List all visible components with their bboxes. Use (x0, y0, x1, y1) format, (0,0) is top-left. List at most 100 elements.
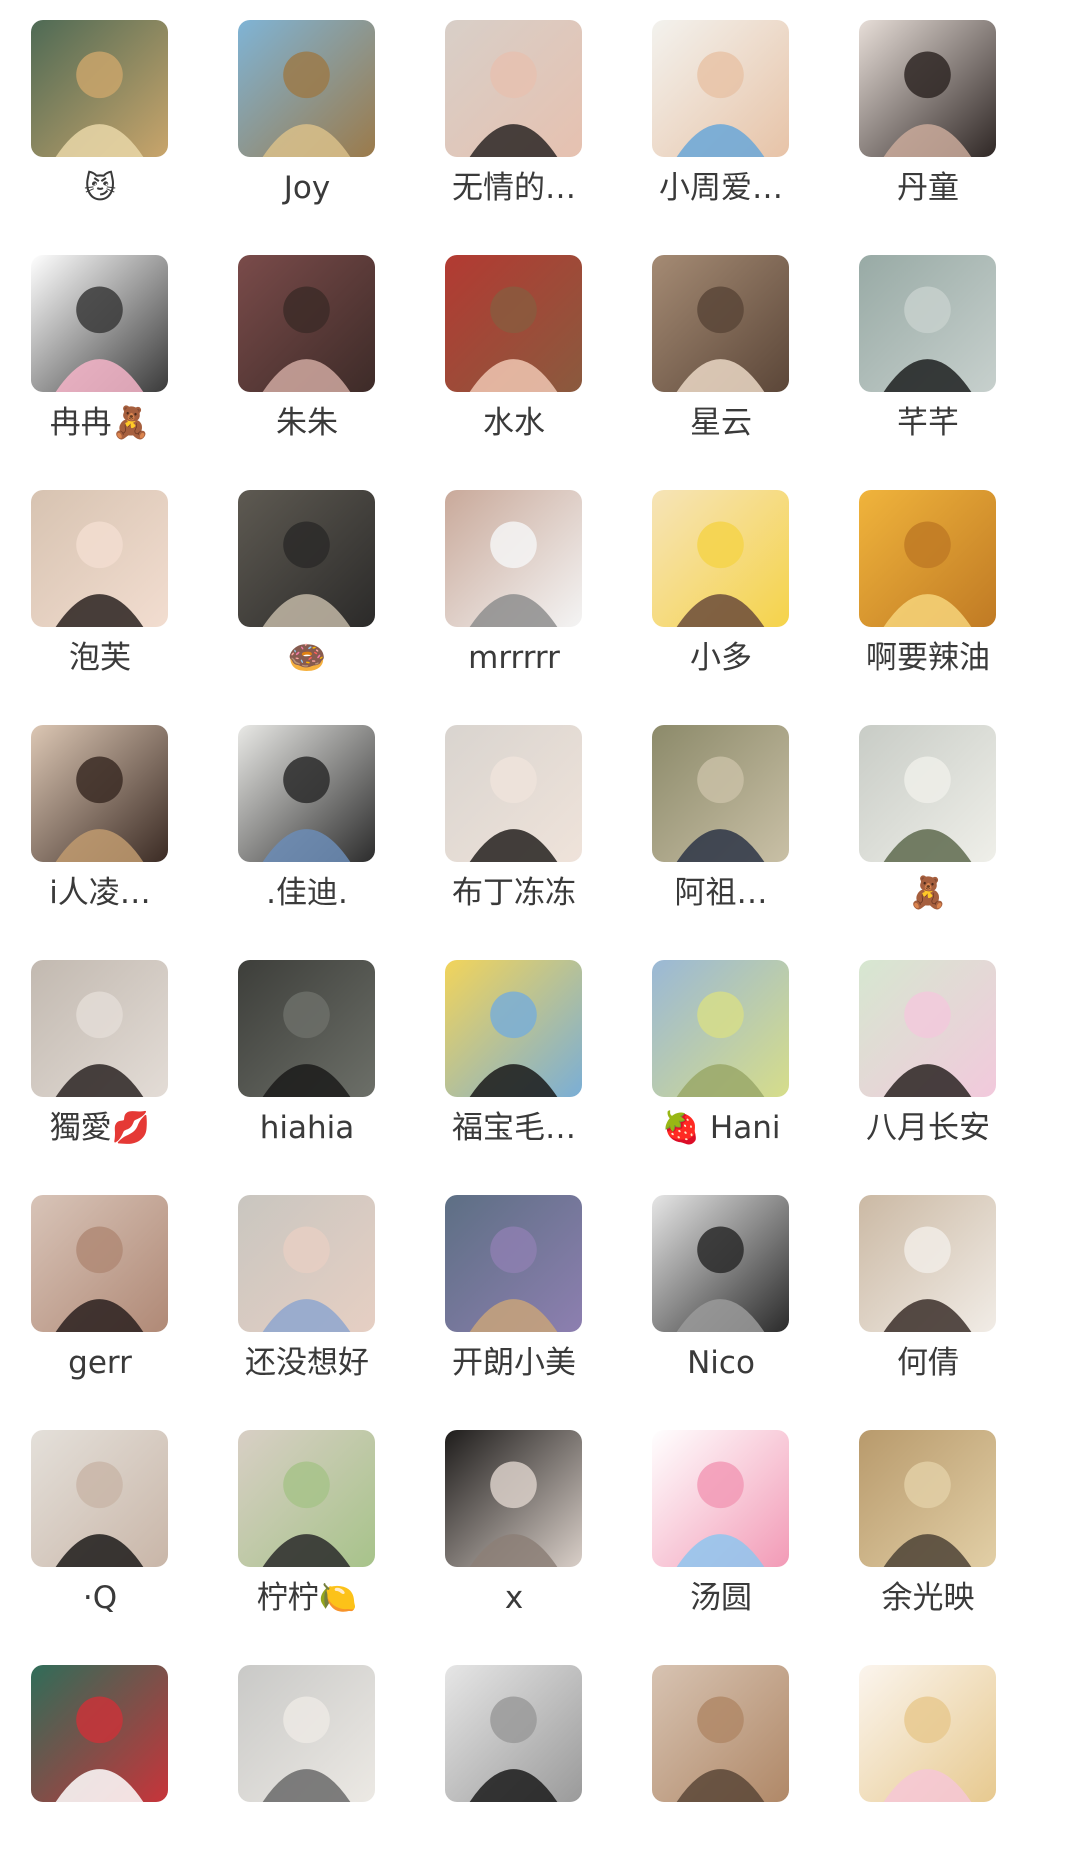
hello-kitty-shower-avatar[interactable] (31, 1665, 168, 1802)
member-item[interactable]: 😼 (20, 0, 180, 220)
girl-in-black-avatar[interactable] (859, 255, 996, 392)
member-item[interactable]: 小多 (641, 470, 801, 690)
cinnamoroll-rainbow-avatar[interactable] (652, 1430, 789, 1567)
member-item[interactable]: 丹童 (848, 0, 1008, 220)
member-item[interactable]: 柠柠🍋 (227, 1410, 387, 1630)
member-item[interactable]: 🧸 (848, 705, 1008, 925)
member-name: 阿祖… (674, 875, 768, 911)
woman-with-flowers-avatar[interactable] (859, 1195, 996, 1332)
beach-shore-avatar[interactable] (238, 20, 375, 157)
member-item[interactable] (434, 1645, 594, 1865)
member-item[interactable]: 开朗小美 (434, 1175, 594, 1395)
member-item[interactable]: 还没想好 (227, 1175, 387, 1395)
member-item[interactable]: 啊要辣油 (848, 470, 1008, 690)
girl-on-beach-night-avatar[interactable] (445, 1195, 582, 1332)
blurred-silhouette-avatar[interactable] (445, 1665, 582, 1802)
member-name: 柠柠🍋 (256, 1580, 358, 1616)
member-name: 福宝毛… (452, 1110, 576, 1146)
girl-portrait-avatar[interactable] (445, 20, 582, 157)
cat-with-laptop-avatar[interactable] (238, 1665, 375, 1802)
girl-in-room-avatar[interactable] (652, 255, 789, 392)
kitty-cake-cartoon-avatar[interactable] (859, 1665, 996, 1802)
member-name: 丹童 (897, 170, 959, 206)
member-name: 朱朱 (276, 405, 338, 441)
man-with-umbrella-avatar[interactable] (238, 960, 375, 1097)
member-item[interactable]: gerr (20, 1175, 180, 1395)
member-item[interactable]: 余光映 (848, 1410, 1008, 1630)
girl-with-cat-selfie-avatar[interactable] (652, 1665, 789, 1802)
member-item[interactable]: 阿祖… (641, 705, 801, 925)
member-name: 何倩 (897, 1345, 959, 1381)
girl-sitting-avatar[interactable] (859, 20, 996, 157)
member-item[interactable]: 八月长安 (848, 940, 1008, 1160)
man-sitting-avatar[interactable] (652, 725, 789, 862)
cat-with-sunglasses-avatar[interactable] (238, 1430, 375, 1567)
member-item[interactable]: 小周爱… (641, 0, 801, 220)
member-name: 🧸 (908, 875, 948, 911)
member-item[interactable]: 冉冉🧸 (20, 235, 180, 455)
member-item[interactable]: .佳迪. (227, 705, 387, 925)
blonde-girl-mono-avatar[interactable] (652, 1195, 789, 1332)
member-item[interactable]: Nico (641, 1175, 801, 1395)
member-name: 芊芊 (897, 405, 959, 441)
member-name: mrrrrr (468, 640, 560, 676)
girl-in-car-avatar[interactable] (445, 725, 582, 862)
person-at-cafe-avatar[interactable] (238, 490, 375, 627)
woman-by-sea-avatar[interactable] (31, 960, 168, 1097)
girl-in-flowers-avatar[interactable] (238, 255, 375, 392)
member-item[interactable]: Joy (227, 0, 387, 220)
girl-with-mirror-avatar[interactable] (31, 725, 168, 862)
member-item[interactable]: 星云 (641, 235, 801, 455)
member-name: 啊要辣油 (866, 640, 990, 676)
member-name: 🍓 Hani (661, 1110, 781, 1146)
member-name: 水水 (483, 405, 545, 441)
member-item[interactable]: 何倩 (848, 1175, 1008, 1395)
member-item[interactable]: 福宝毛… (434, 940, 594, 1160)
member-item[interactable]: x (434, 1410, 594, 1630)
girl-with-chip-bag-avatar[interactable] (652, 20, 789, 157)
member-name: 无情的… (452, 170, 576, 206)
member-item[interactable]: 獨愛💋 (20, 940, 180, 1160)
member-item[interactable]: 🍩 (227, 470, 387, 690)
member-item[interactable]: 无情的… (434, 0, 594, 220)
member-item[interactable] (20, 1645, 180, 1865)
man-on-motorbike-avatar[interactable] (859, 1430, 996, 1567)
member-name: 还没想好 (245, 1345, 369, 1381)
girl-with-cat-avatar[interactable] (445, 255, 582, 392)
member-item[interactable] (227, 1645, 387, 1865)
girl-hands-on-face-avatar[interactable] (238, 1195, 375, 1332)
person-jumping-avatar[interactable] (238, 725, 375, 862)
member-item[interactable]: ·Q (20, 1410, 180, 1630)
girl-crouching-avatar[interactable] (859, 725, 996, 862)
anime-girl-lotus-avatar[interactable] (859, 960, 996, 1097)
hello-kitty-cartoon-avatar[interactable] (31, 255, 168, 392)
member-name: 开朗小美 (452, 1345, 576, 1381)
girl-on-grass-avatar[interactable] (652, 960, 789, 1097)
anime-girl-avatar[interactable] (31, 490, 168, 627)
woman-closeup-avatar[interactable] (31, 1195, 168, 1332)
member-item[interactable]: hiahia (227, 940, 387, 1160)
member-item[interactable]: 芊芊 (848, 235, 1008, 455)
member-name: ·Q (82, 1580, 118, 1616)
member-name: Joy (283, 170, 331, 206)
member-item[interactable]: i人凌… (20, 705, 180, 925)
golden-baby-cartoon-avatar[interactable] (859, 490, 996, 627)
member-item[interactable]: 汤圆 (641, 1410, 801, 1630)
grey-cartoon-bear-avatar[interactable] (445, 490, 582, 627)
member-item[interactable]: 水水 (434, 235, 594, 455)
member-item[interactable]: 🍓 Hani (641, 940, 801, 1160)
woman-black-coat-avatar[interactable] (31, 1430, 168, 1567)
cartoon-girl-bun-avatar[interactable] (652, 490, 789, 627)
black-cat-illustration-avatar[interactable] (445, 960, 582, 1097)
cat-with-plush-avatar[interactable] (31, 20, 168, 157)
member-item[interactable]: mrrrrr (434, 470, 594, 690)
girl-dark-portrait-avatar[interactable] (445, 1430, 582, 1567)
member-item[interactable]: 泡芙 (20, 470, 180, 690)
member-item[interactable] (848, 1645, 1008, 1865)
member-item[interactable]: 朱朱 (227, 235, 387, 455)
member-item[interactable]: 布丁冻冻 (434, 705, 594, 925)
member-name: i人凌… (49, 875, 151, 911)
member-item[interactable] (641, 1645, 801, 1865)
member-name: 八月长安 (866, 1110, 990, 1146)
member-name: gerr (68, 1345, 132, 1381)
